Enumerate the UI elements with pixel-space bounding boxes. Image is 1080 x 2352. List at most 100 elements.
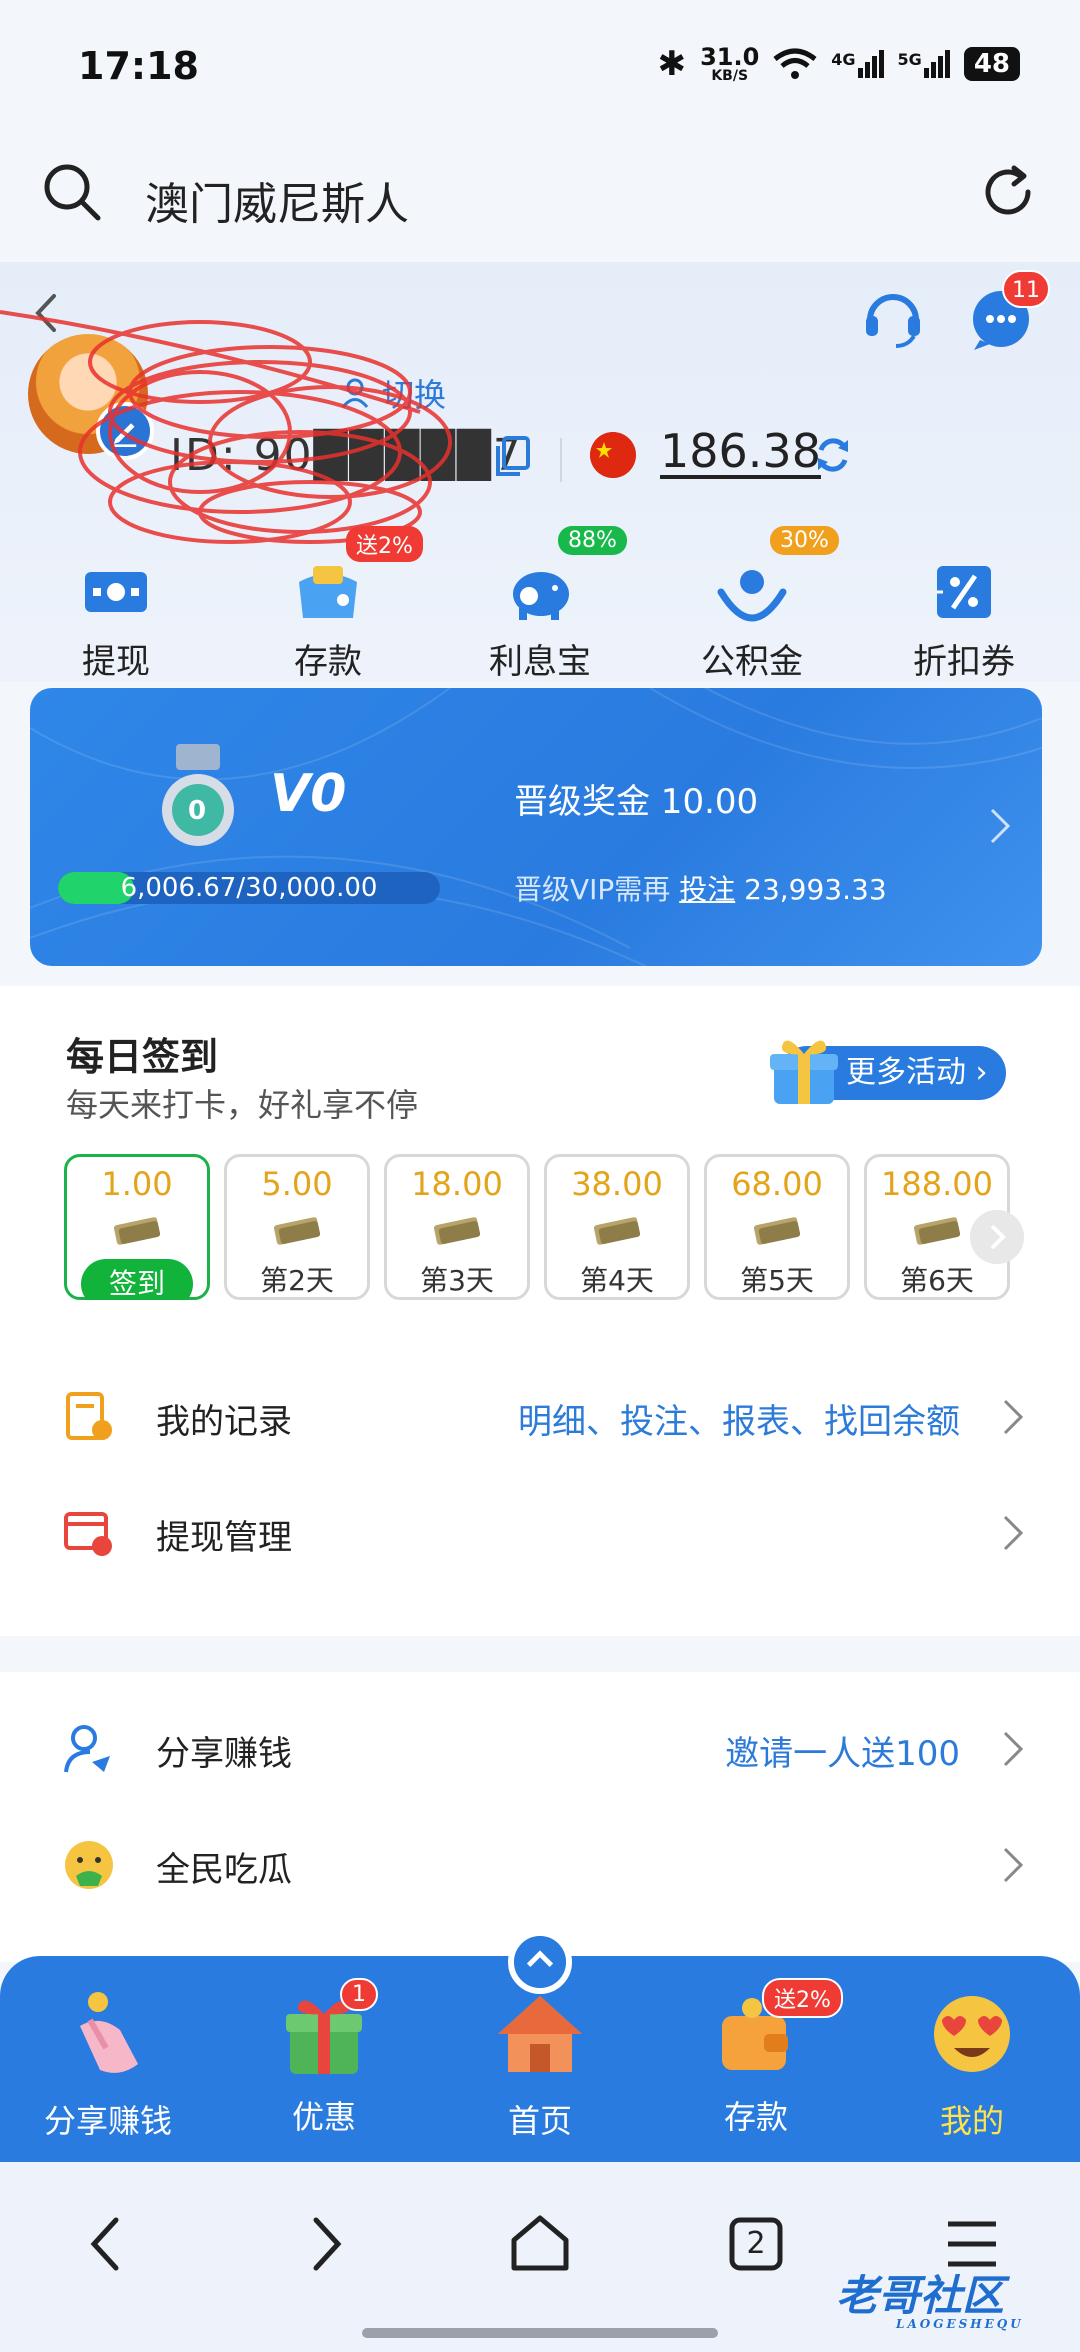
signal-4g-icon: 4G — [831, 50, 884, 78]
bottom-tab-bar: 分享赚钱 1 优惠 首页 送2% 存款 我的 — [0, 1930, 1080, 2162]
checkin-days: 1.00 签到 5.00 第2天 18.00 第3天 38.00 第4天 68.… — [64, 1154, 1014, 1300]
scroll-right-icon[interactable] — [970, 1210, 1024, 1264]
switch-account-label: 切换 — [382, 376, 447, 414]
vip-level: V0 — [270, 764, 347, 824]
tab-share-earn[interactable]: 分享赚钱 — [8, 1986, 208, 2142]
my-records-row[interactable]: 我的记录 明细、投注、报表、找回余额 — [0, 1360, 1080, 1470]
gossip-label: 全民吃瓜 — [156, 1850, 292, 1890]
day-reward: 68.00 — [731, 1165, 823, 1203]
china-flag-icon — [590, 432, 636, 478]
status-icons: ✱ 31.0 KB/S 4G 5G 48 — [658, 44, 1020, 84]
day-reward: 38.00 — [571, 1165, 663, 1203]
checkin-button[interactable]: 签到 — [81, 1259, 193, 1300]
piggy-bank-icon — [513, 572, 569, 620]
checkin-day-3[interactable]: 18.00 第3天 — [384, 1154, 530, 1300]
forward-icon[interactable] — [284, 2204, 364, 2284]
more-activities-label: 更多活动 — [846, 1055, 966, 1090]
bonus-badge: 送2% — [346, 526, 423, 562]
cash-icon — [593, 1217, 641, 1245]
refresh-icon[interactable] — [978, 162, 1038, 222]
refresh-balance-icon[interactable] — [812, 434, 854, 476]
tab-icon-wrap: 1 — [276, 1978, 378, 2082]
search-icon[interactable] — [40, 160, 104, 224]
scroll-top-icon[interactable] — [508, 1930, 572, 1994]
edit-pencil-icon[interactable] — [96, 402, 154, 460]
browser-address-bar[interactable]: 澳门威尼斯人 — [0, 130, 1080, 260]
checkin-subtitle: 每天来打卡，好礼享不停 — [66, 1086, 419, 1124]
checkin-day-5[interactable]: 68.00 第5天 — [704, 1154, 850, 1300]
share-earn-row[interactable]: 分享赚钱 邀请一人送100 — [0, 1692, 1080, 1802]
checkin-title: 每日签到 — [66, 1035, 219, 1079]
gossip-row[interactable]: 全民吃瓜 — [0, 1808, 1080, 1918]
home-indicator[interactable] — [362, 2328, 718, 2338]
tabs-button[interactable]: 2 — [716, 2204, 796, 2284]
checkin-section: 每日签到 每天来打卡，好礼享不停 更多活动 › 1.00 签到 5.00 第2天… — [0, 986, 1080, 1636]
balance-amount[interactable]: 186.38 — [660, 424, 821, 478]
records-document-icon — [66, 1392, 112, 1440]
cash-icon — [753, 1217, 801, 1245]
net-speed: 31.0 KB/S — [700, 45, 759, 83]
quick-action-fund[interactable]: 30% 公积金 — [662, 526, 842, 682]
quick-action-interest[interactable]: 88% 利息宝 — [450, 526, 630, 682]
copy-icon[interactable] — [492, 434, 532, 478]
withdraw-settings-icon — [64, 1512, 112, 1556]
tab-deposit[interactable]: 送2% 存款 — [656, 1978, 856, 2138]
checkin-day-4[interactable]: 38.00 第4天 — [544, 1154, 690, 1300]
status-bar: 17:18 ✱ 31.0 KB/S 4G 5G 48 — [0, 0, 1080, 130]
watermark-subtext: LAOGESHEQU — [896, 2317, 1024, 2331]
day-reward: 5.00 — [261, 1165, 333, 1203]
tab-home[interactable]: 首页 — [440, 1986, 640, 2142]
rate-badge: 88% — [558, 526, 627, 555]
tab-label: 首页 — [507, 2102, 572, 2140]
chevron-right-icon: › — [975, 1055, 988, 1090]
battery-icon: 48 — [963, 47, 1020, 81]
checkin-day-1[interactable]: 1.00 签到 — [64, 1154, 210, 1300]
day-reward: 18.00 — [411, 1165, 503, 1203]
search-query[interactable]: 澳门威尼斯人 — [145, 168, 409, 232]
day-label: 第6天 — [900, 1264, 974, 1297]
more-menu-section: 分享赚钱 邀请一人送100 全民吃瓜 — [0, 1672, 1080, 1962]
divider — [560, 438, 562, 482]
heart-eyes-emoji-icon — [934, 1996, 1010, 2072]
withdraw-icon — [85, 572, 147, 612]
share-user-icon — [64, 1725, 110, 1773]
gift-box-icon — [770, 1040, 838, 1104]
chevron-right-icon — [1003, 1847, 1024, 1883]
quick-action-label: 折扣券 — [913, 642, 1015, 682]
quick-action-withdraw[interactable]: 提现 — [26, 552, 206, 682]
quick-actions: 提现 送2% 存款 88% 利息宝 30% 公积金 折扣券 — [0, 526, 1080, 682]
switch-account-link[interactable]: 切换 — [340, 370, 446, 416]
bet-link[interactable]: 投注 — [679, 873, 735, 906]
net-speed-unit: KB/S — [711, 68, 749, 84]
home-icon[interactable] — [500, 2204, 580, 2284]
quick-action-coupon[interactable]: 折扣券 — [874, 552, 1054, 682]
tabs-count: 2 — [746, 2226, 766, 2261]
message-count-badge: 11 — [1002, 270, 1050, 308]
vip-medal-level: 0 — [188, 796, 207, 826]
quick-action-deposit[interactable]: 送2% 存款 — [238, 526, 423, 682]
checkin-day-2[interactable]: 5.00 第2天 — [224, 1154, 370, 1300]
tab-label: 存款 — [723, 2098, 788, 2136]
tab-promotions[interactable]: 1 优惠 — [224, 1978, 424, 2138]
coupon-icon — [937, 566, 991, 618]
vip-need-prefix: 晋级VIP需再 — [514, 873, 671, 906]
house-icon — [498, 1996, 582, 2072]
tab-label: 我的 — [939, 2102, 1004, 2140]
vip-card[interactable]: 0 V0 6,006.67/30,000.00 晋级奖金 10.00 晋级VIP… — [30, 688, 1042, 966]
withdraw-management-row[interactable]: 提现管理 — [0, 1476, 1080, 1586]
back-icon[interactable] — [68, 2204, 148, 2284]
signal-5g-label: 5G — [897, 50, 922, 69]
back-arrow-icon[interactable] — [26, 288, 66, 338]
tab-mine[interactable]: 我的 — [872, 1986, 1072, 2142]
share-earn-label: 分享赚钱 — [156, 1734, 292, 1774]
day-label: 第3天 — [420, 1264, 494, 1297]
my-records-label: 我的记录 — [156, 1402, 292, 1442]
signal-4g-label: 4G — [831, 50, 856, 69]
customer-service-headset-icon[interactable] — [858, 282, 928, 352]
signal-5g-icon: 5G — [898, 50, 950, 78]
day-label: 第5天 — [740, 1264, 814, 1297]
my-records-hint: 明细、投注、报表、找回余额 — [518, 1402, 960, 1442]
net-speed-value: 31.0 — [700, 43, 760, 71]
chevron-right-icon[interactable] — [988, 806, 1012, 846]
day-reward: 188.00 — [881, 1165, 993, 1203]
